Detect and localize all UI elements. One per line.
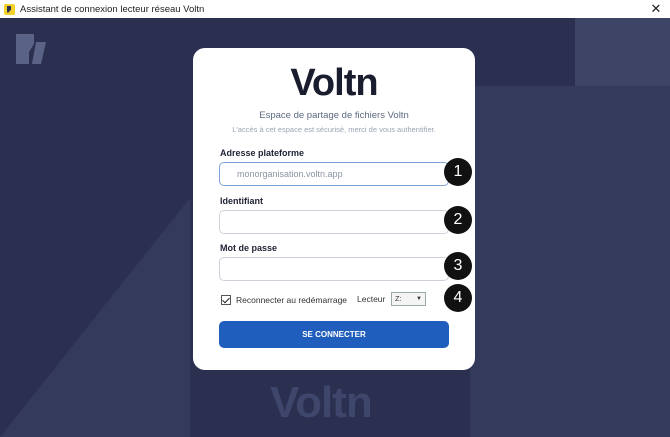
- step-badge: 4: [444, 284, 472, 312]
- platform-input[interactable]: monorganisation.voltn.app: [219, 162, 449, 186]
- window-title: Assistant de connexion lecteur réseau Vo…: [20, 3, 205, 15]
- step-badge: 3: [444, 252, 472, 280]
- reconnect-option[interactable]: Reconnecter au redémarrage: [221, 293, 347, 307]
- drive-select-value: Z:: [395, 294, 402, 303]
- reconnect-label: Reconnecter au redémarrage: [236, 295, 348, 305]
- window-titlebar: Assistant de connexion lecteur réseau Vo…: [0, 0, 670, 18]
- watermark-logo: Voltn: [270, 378, 373, 427]
- reconnect-checkbox[interactable]: [221, 295, 231, 305]
- step-badge: 1: [444, 158, 472, 186]
- platform-label: Adresse plateforme: [220, 148, 305, 158]
- chevron-down-icon: ▼: [416, 296, 422, 302]
- username-label: Identifiant: [220, 196, 263, 206]
- password-label: Mot de passe: [220, 243, 278, 253]
- login-card: Voltn Espace de partage de fichiers Volt…: [193, 48, 475, 370]
- close-icon[interactable]: ✕: [648, 1, 664, 17]
- step-badge: 2: [444, 206, 472, 234]
- background-tile: [575, 18, 670, 86]
- background-tile: [470, 86, 670, 437]
- password-input[interactable]: [219, 257, 449, 281]
- drive-label: Lecteur: [357, 294, 386, 304]
- brand-logo: Voltn: [290, 62, 378, 104]
- voltn-logo-icon: [16, 34, 46, 64]
- card-hint: L'accès à cet espace est sécurisé, merci…: [232, 125, 436, 134]
- card-subtitle: Espace de partage de fichiers Voltn: [259, 110, 409, 121]
- connect-button[interactable]: SE CONNECTER: [219, 321, 449, 348]
- app-icon: [4, 3, 15, 15]
- drive-select[interactable]: Z: ▼: [391, 292, 426, 306]
- username-input[interactable]: [219, 210, 449, 234]
